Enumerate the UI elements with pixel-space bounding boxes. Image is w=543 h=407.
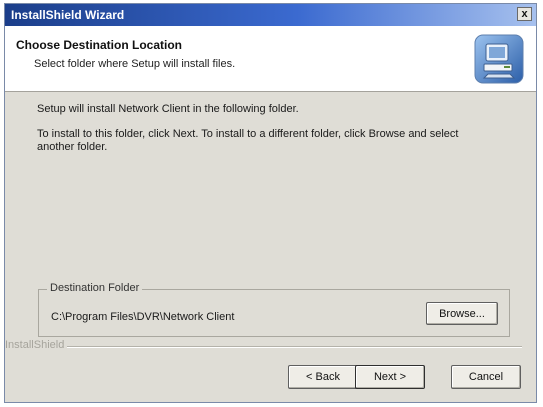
title-bar[interactable]: InstallShield Wizard x (5, 4, 536, 26)
separator-line (65, 346, 522, 348)
destination-path: C:\Program Files\DVR\Network Client (51, 311, 235, 323)
close-button[interactable]: x (517, 7, 532, 21)
cancel-button[interactable]: Cancel (451, 365, 521, 389)
next-button[interactable]: Next > (355, 365, 425, 389)
installshield-brand: InstallShield (5, 339, 68, 351)
computer-install-icon (474, 34, 524, 84)
destination-folder-group: Destination Folder C:\Program Files\DVR\… (38, 282, 510, 337)
installshield-wizard-window: InstallShield Wizard x Choose Destinatio… (4, 3, 537, 403)
page-title: Choose Destination Location (16, 38, 183, 52)
page-subtitle: Select folder where Setup will install f… (34, 58, 236, 70)
destination-folder-legend: Destination Folder (47, 282, 143, 294)
window-title: InstallShield Wizard (11, 8, 125, 22)
back-button[interactable]: < Back (288, 365, 358, 389)
install-info-text: Setup will install Network Client in the… (37, 103, 299, 115)
wizard-header: Choose Destination Location Select folde… (5, 26, 536, 92)
browse-button[interactable]: Browse... (426, 302, 498, 325)
install-instructions-text: To install to this folder, click Next. T… (37, 128, 459, 153)
